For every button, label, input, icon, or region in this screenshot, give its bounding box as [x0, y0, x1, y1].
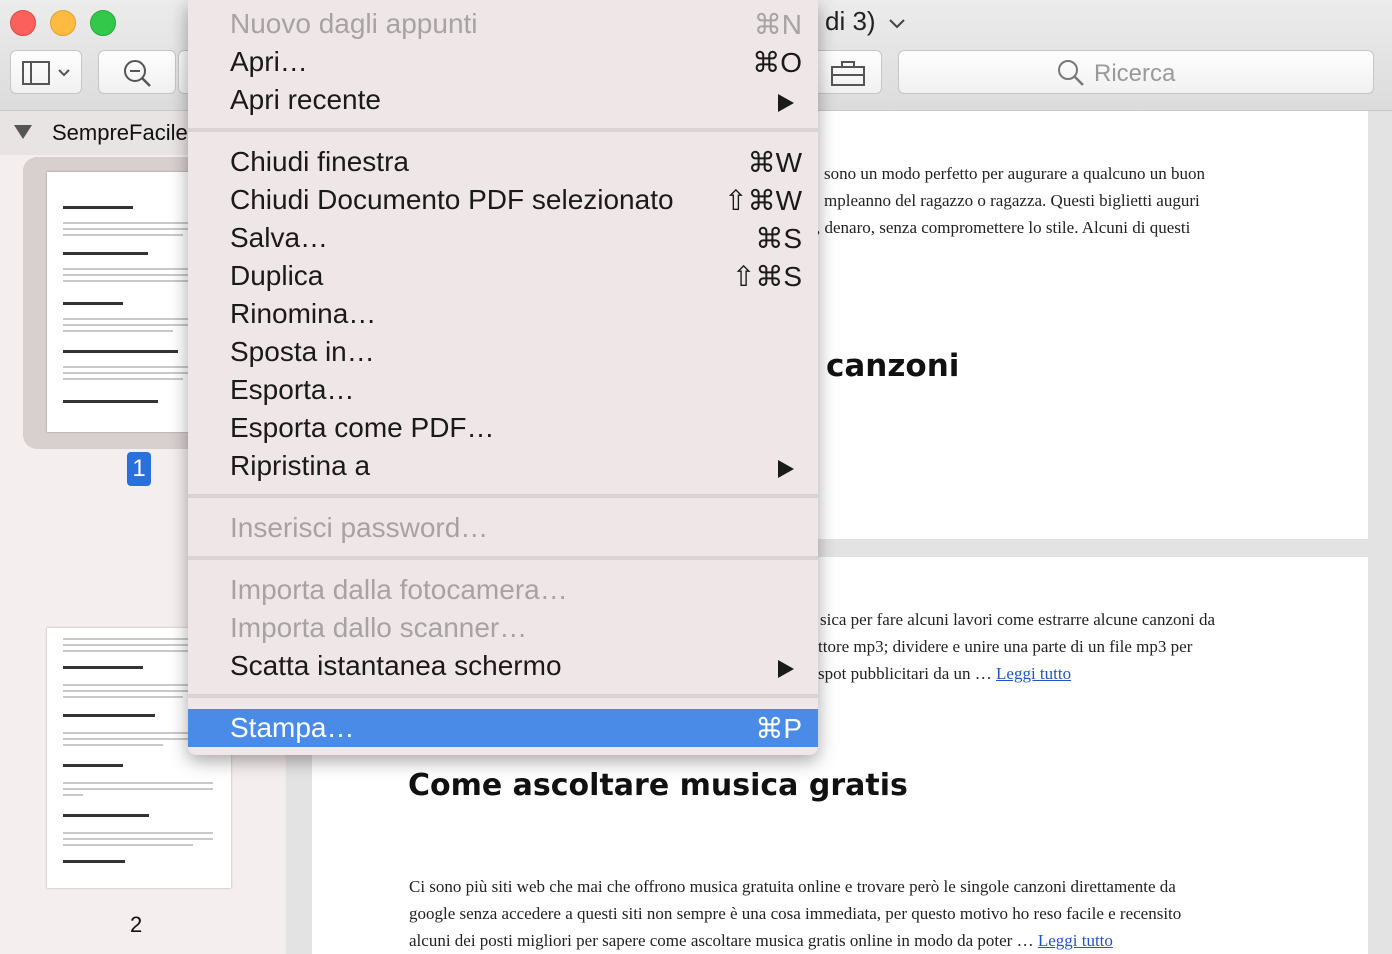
menu-separator	[188, 694, 818, 698]
menu-separator	[188, 556, 818, 560]
section-heading: canzoni	[826, 348, 960, 384]
menu-item-export[interactable]: Esporta…	[188, 371, 818, 409]
menu-item-close-pdf[interactable]: Chiudi Documento PDF selezionato ⇧⌘W	[188, 181, 818, 219]
paragraph-line: spot pubblicitari da un … Leggi tutto	[818, 664, 1072, 683]
menu-item-revert-to[interactable]: Ripristina a	[188, 447, 818, 485]
shortcut-label: ⇧⌘S	[731, 261, 802, 292]
shortcut-label: ⌘S	[755, 223, 802, 254]
menu-item-save[interactable]: Salva… ⌘S	[188, 219, 818, 257]
menu-item-take-screenshot[interactable]: Scatta istantanea schermo	[188, 647, 818, 685]
read-more-link[interactable]: Leggi tutto	[1038, 931, 1113, 950]
paragraph-line: ttore mp3; dividere e unire una parte di…	[818, 637, 1193, 656]
chevron-down-icon	[889, 19, 905, 29]
menu-separator	[188, 128, 818, 132]
paragraph-line: google senza accedere a questi siti non …	[409, 904, 1182, 923]
paragraph-line: , denaro, senza compromettere lo stile. …	[816, 218, 1191, 237]
search-placeholder: Ricerca	[1094, 60, 1176, 87]
disclosure-triangle-icon[interactable]	[14, 125, 32, 139]
sidebar-document-title: SempreFacile	[52, 120, 188, 145]
menu-item-new-from-clipboard[interactable]: Nuovo dagli appunti ⌘N	[188, 5, 818, 43]
file-menu: Nuovo dagli appunti ⌘N Apri… ⌘O Apri rec…	[188, 0, 818, 755]
toolbox-icon	[831, 61, 865, 86]
menu-item-move-to[interactable]: Sposta in…	[188, 333, 818, 371]
submenu-arrow-icon	[778, 460, 794, 478]
menu-item-open-recent[interactable]: Apri recente	[188, 81, 818, 119]
section-heading: Come ascoltare musica gratis	[408, 768, 908, 803]
sidebar-icon	[22, 61, 70, 85]
menu-item-duplicate[interactable]: Duplica ⇧⌘S	[188, 257, 818, 295]
submenu-arrow-icon	[778, 94, 794, 112]
shortcut-label: ⌘O	[752, 47, 802, 78]
menu-item-export-pdf[interactable]: Esporta come PDF…	[188, 409, 818, 447]
shortcut-label: ⌘W	[747, 147, 802, 178]
menu-item-close-window[interactable]: Chiudi finestra ⌘W	[188, 143, 818, 181]
paragraph-line: sono un modo perfetto per augurare a qua…	[824, 164, 1205, 183]
zoom-out-icon	[124, 60, 151, 87]
menu-item-open[interactable]: Apri… ⌘O	[188, 43, 818, 81]
submenu-arrow-icon	[778, 660, 794, 678]
paragraph-line: Ci sono più siti web che mai che offrono…	[409, 877, 1176, 896]
menu-item-import-scanner[interactable]: Importa dallo scanner…	[188, 609, 818, 647]
page-number-1: 1	[127, 452, 151, 486]
paragraph-line: alcuni dei posti migliori per sapere com…	[409, 931, 1113, 950]
zoom-window-button[interactable]	[90, 10, 116, 36]
shortcut-label: ⌘P	[755, 713, 802, 744]
search-field[interactable]: Ricerca	[898, 50, 1374, 94]
paragraph-line: mpleanno del ragazzo o ragazza. Questi b…	[824, 191, 1200, 210]
sidebar-toggle-button[interactable]	[10, 50, 82, 94]
window-title[interactable]: di 3)	[825, 6, 907, 37]
menu-item-import-camera[interactable]: Importa dalla fotocamera…	[188, 571, 818, 609]
toolbox-button[interactable]	[812, 50, 882, 94]
menu-separator	[188, 494, 818, 498]
menu-item-print[interactable]: Stampa… ⌘P	[188, 709, 818, 747]
shortcut-label: ⇧⌘W	[724, 185, 802, 216]
zoom-out-button[interactable]	[98, 50, 176, 94]
minimize-window-button[interactable]	[50, 10, 76, 36]
read-more-link[interactable]: Leggi tutto	[996, 664, 1071, 683]
menu-item-rename[interactable]: Rinomina…	[188, 295, 818, 333]
paragraph-line: sica per fare alcuni lavori come estrarr…	[820, 610, 1216, 629]
page-number-2: 2	[130, 912, 143, 937]
close-window-button[interactable]	[10, 10, 36, 36]
shortcut-label: ⌘N	[753, 9, 802, 40]
menu-item-enter-password[interactable]: Inserisci password…	[188, 509, 818, 547]
search-icon	[1058, 60, 1084, 86]
